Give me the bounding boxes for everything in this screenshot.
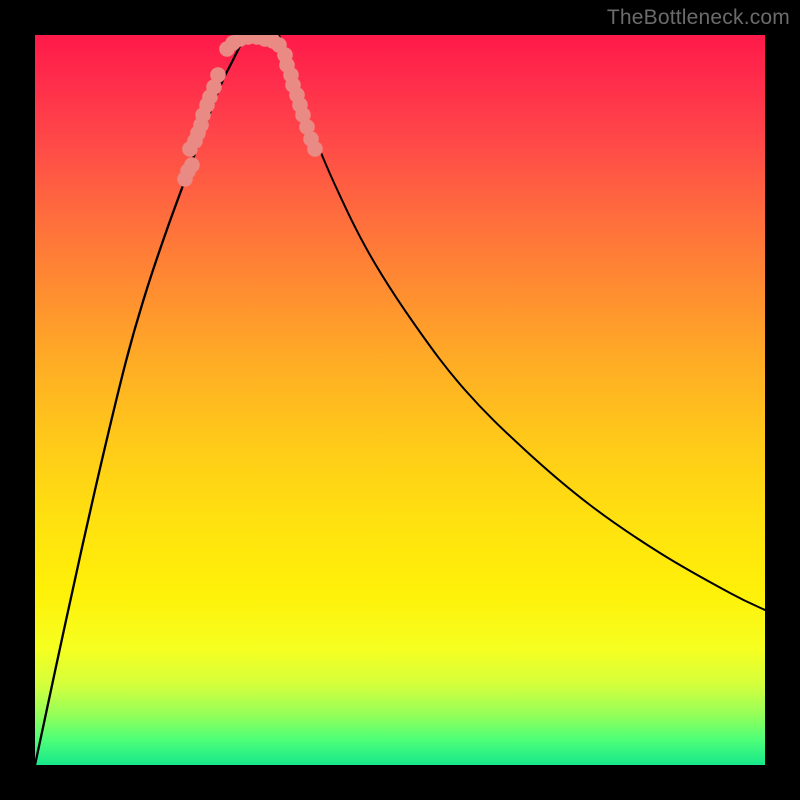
curve-layer	[35, 35, 765, 765]
data-dot	[184, 157, 200, 173]
dot-cluster	[177, 35, 323, 187]
right-curve	[279, 35, 765, 610]
plot-area	[35, 35, 765, 765]
data-dot	[307, 141, 323, 157]
data-dot	[210, 67, 226, 83]
chart-stage: TheBottleneck.com	[0, 0, 800, 800]
watermark-label: TheBottleneck.com	[607, 6, 790, 30]
left-curve	[35, 35, 246, 765]
